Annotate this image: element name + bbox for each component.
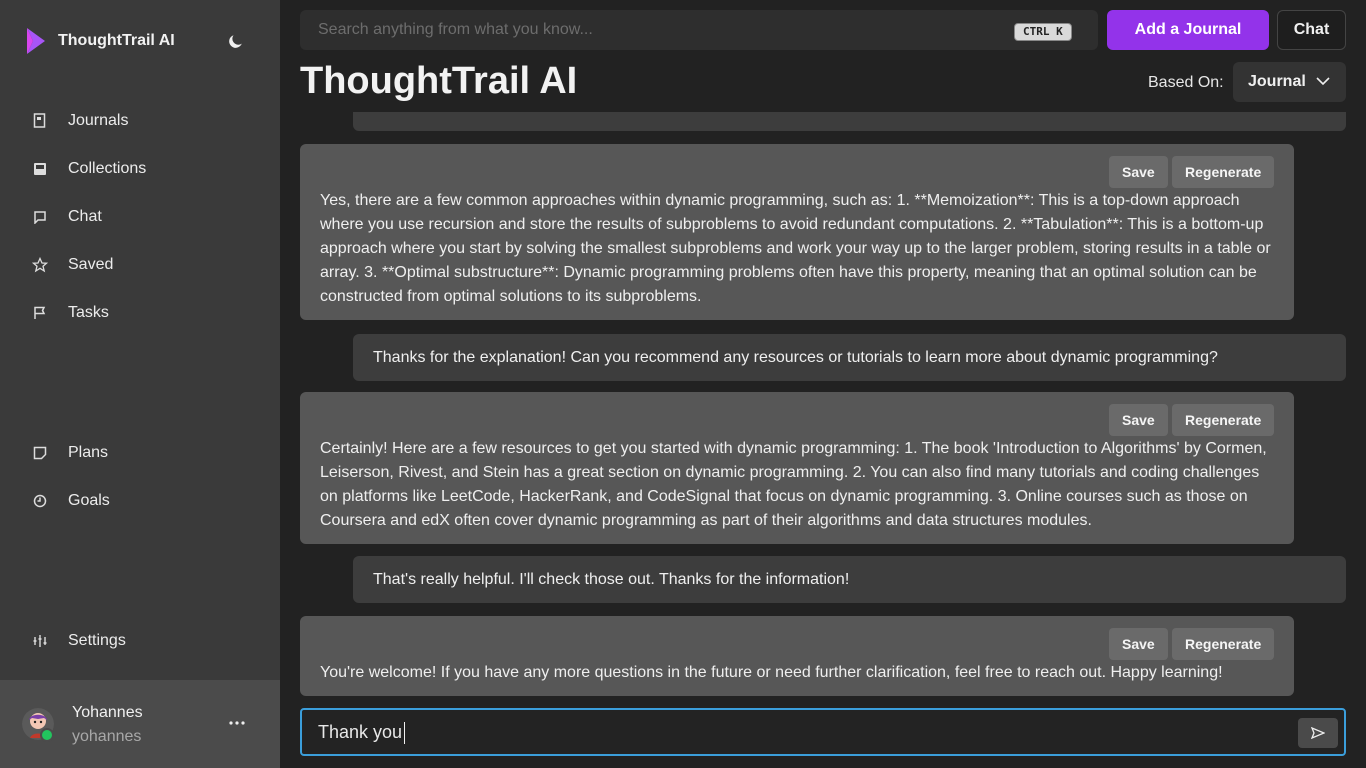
user-name: Yohannes (72, 704, 143, 721)
sidebar-item-label: Settings (68, 632, 126, 649)
sidebar-item-journals[interactable]: Journals (32, 107, 128, 135)
user-message: That's really helpful. I'll check those … (353, 556, 1346, 603)
user-message-partial (353, 112, 1346, 131)
search-input[interactable] (300, 10, 1098, 50)
regenerate-button[interactable]: Regenerate (1172, 404, 1275, 436)
sidebar-item-label: Tasks (68, 304, 109, 321)
ai-message-text: Certainly! Here are a few resources to g… (320, 440, 1267, 529)
ai-message: Save Regenerate You're welcome! If you h… (300, 616, 1294, 696)
chat-thread[interactable]: Save Regenerate Yes, there are a few com… (300, 112, 1346, 700)
ai-message-text: You're welcome! If you have any more que… (320, 664, 1223, 681)
save-button[interactable]: Save (1109, 628, 1168, 660)
timer-icon (32, 493, 48, 509)
chat-bubble-icon (32, 209, 48, 225)
ai-message-text: Yes, there are a few common approaches w… (320, 192, 1271, 305)
message-input[interactable] (302, 710, 1292, 754)
settings-sliders-icon (32, 633, 48, 649)
sidebar-item-label: Chat (68, 208, 102, 225)
based-on-value: Journal (1248, 73, 1306, 90)
sidebar-item-plans[interactable]: Plans (32, 439, 108, 467)
sidebar-item-label: Collections (68, 160, 147, 177)
theme-toggle-moon-icon[interactable] (226, 31, 246, 51)
user-message-text: That's really helpful. I'll check those … (373, 570, 850, 588)
search-shortcut-badge: CTRL K (1014, 23, 1072, 41)
sidebar: ThoughtTrail AI Journals Collections Cha… (0, 0, 280, 768)
sidebar-item-collections[interactable]: Collections (32, 155, 146, 183)
more-options-icon[interactable] (226, 712, 248, 734)
sidebar-item-label: Goals (68, 492, 110, 509)
based-on-label: Based On: (1148, 74, 1224, 91)
send-button[interactable] (1298, 718, 1338, 748)
chat-button[interactable]: Chat (1277, 10, 1346, 50)
sidebar-item-label: Plans (68, 444, 109, 461)
online-status-dot (40, 728, 54, 742)
add-journal-button[interactable]: Add a Journal (1107, 10, 1269, 50)
user-message: Thanks for the explanation! Can you reco… (353, 334, 1346, 381)
sidebar-item-saved[interactable]: Saved (32, 251, 113, 279)
inbox-icon (32, 161, 48, 177)
sticky-note-icon (32, 445, 48, 461)
based-on-select[interactable]: Journal (1233, 62, 1346, 102)
sidebar-item-tasks[interactable]: Tasks (32, 299, 109, 327)
star-icon (32, 257, 48, 273)
save-button[interactable]: Save (1109, 156, 1168, 188)
page-title: ThoughtTrail AI (300, 60, 578, 102)
user-message-text: Thanks for the explanation! Can you reco… (373, 348, 1218, 366)
search-bar: CTRL K (300, 10, 1098, 50)
regenerate-button[interactable]: Regenerate (1172, 156, 1275, 188)
send-icon (1311, 727, 1325, 739)
sidebar-item-label: Journals (68, 112, 129, 129)
sidebar-item-chat[interactable]: Chat (32, 203, 102, 231)
ai-message: Save Regenerate Yes, there are a few com… (300, 144, 1294, 320)
regenerate-button[interactable]: Regenerate (1172, 628, 1275, 660)
brand[interactable]: ThoughtTrail AI (24, 24, 175, 58)
journal-icon (32, 113, 48, 129)
flag-icon (32, 305, 48, 321)
app-name: ThoughtTrail AI (58, 32, 175, 49)
text-caret (404, 722, 405, 744)
ai-message: Save Regenerate Certainly! Here are a fe… (300, 392, 1294, 544)
sidebar-item-label: Saved (68, 256, 114, 273)
chevron-down-icon (1316, 77, 1330, 86)
sidebar-item-goals[interactable]: Goals (32, 487, 110, 515)
sidebar-item-settings[interactable]: Settings (32, 627, 126, 655)
message-composer (300, 708, 1346, 756)
logo-icon (27, 28, 45, 54)
user-handle: yohannes (72, 728, 142, 745)
save-button[interactable]: Save (1109, 404, 1168, 436)
